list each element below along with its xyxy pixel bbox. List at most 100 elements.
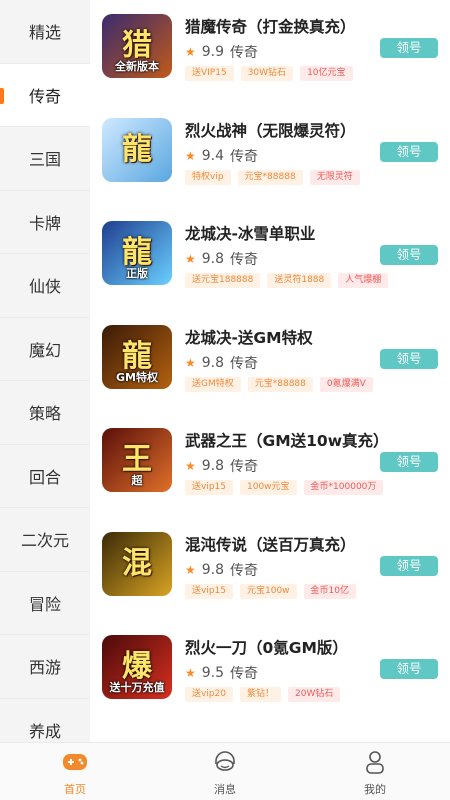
sidebar-item[interactable]: 西游 bbox=[0, 635, 90, 699]
headset-icon bbox=[211, 749, 239, 775]
game-genre: 传奇 bbox=[230, 148, 259, 165]
game-genre: 传奇 bbox=[230, 562, 259, 579]
game-thumbnail[interactable]: 王超 bbox=[102, 428, 172, 492]
nav-item[interactable]: 首页 bbox=[0, 743, 150, 800]
game-title[interactable]: 猎魔传奇（打金换真充） bbox=[185, 15, 356, 37]
game-genre: 传奇 bbox=[230, 355, 259, 372]
star-icon: ★ bbox=[185, 45, 196, 59]
game-title[interactable]: 混沌传说（送百万真充） bbox=[185, 533, 356, 555]
sidebar-item[interactable]: 魔幻 bbox=[0, 317, 90, 381]
sidebar-item[interactable]: 仙侠 bbox=[0, 254, 90, 318]
game-list: 猎全新版本 猎魔传奇（打金换真充） ★ 9.9 传奇 送VIP15 30W钻石 10亿元宝 领号… bbox=[90, 0, 450, 742]
nav-label: 我的 bbox=[364, 783, 386, 796]
game-row[interactable]: 混 混沌传说（送百万真充） ★ 9.8 传奇 送vip15 元宝100w 金币10亿 领号 bbox=[90, 518, 450, 622]
game-row[interactable]: 龍正版 龙城决-冰雪单职业 ★ 9.8 传奇 送元宝188888 送灵符1888 人气爆棚 领号 bbox=[90, 207, 450, 311]
game-title[interactable]: 武器之王（GM送10w真充） bbox=[185, 429, 389, 451]
game-thumbnail[interactable]: 龍正版 bbox=[102, 221, 172, 285]
benefit-tag: 0氪爆满V bbox=[319, 376, 373, 392]
game-title[interactable]: 龙城决-冰雪单职业 bbox=[185, 222, 315, 244]
game-genre: 传奇 bbox=[230, 45, 259, 61]
sidebar-item[interactable]: 回合 bbox=[0, 444, 90, 508]
star-icon: ★ bbox=[185, 148, 196, 163]
claim-button[interactable]: 领号 bbox=[380, 38, 438, 58]
game-row[interactable]: 王超武器之王（GM送10w真充） ★ 9.8 传奇送vip15 100w元宝 金币*100… bbox=[90, 414, 450, 518]
benefit-tag: 送GM特权 bbox=[185, 376, 241, 392]
score-value: 9.8 bbox=[201, 458, 225, 474]
game-thumbnail[interactable]: 龍 GM特权 bbox=[102, 324, 172, 389]
sidebar-item[interactable]: 卡牌 bbox=[0, 190, 90, 254]
game-rating: ★ 9.4 传奇 bbox=[185, 146, 258, 166]
benefit-tag: 送vip20 bbox=[185, 687, 233, 702]
sidebar-item[interactable]: 养成 bbox=[0, 698, 90, 742]
sidebar-item[interactable]: 传奇 bbox=[0, 63, 90, 127]
game-genre: 传奇 bbox=[230, 459, 259, 475]
game-genre: 传奇 bbox=[230, 666, 259, 682]
claim-button[interactable]: 领号 bbox=[380, 452, 438, 472]
game-row[interactable]: 龍 GM特权 龙城决-送GM特权 ★ 9.8 传奇 送GM特权 元宝*88888 0氪爆满V 领号 bbox=[90, 311, 450, 415]
game-title[interactable]: 烈火战神（无限爆灵符） bbox=[185, 119, 356, 141]
game-thumbnail[interactable]: 龍 bbox=[102, 117, 172, 182]
claim-button[interactable]: 领号 bbox=[380, 245, 438, 265]
nav-item[interactable]: 我的 bbox=[300, 743, 450, 800]
game-thumbnail[interactable]: 猎全新版本 bbox=[102, 14, 172, 78]
score-value: 9.8 bbox=[201, 561, 225, 578]
score-value: 9.8 bbox=[201, 251, 225, 267]
thumbnail-caption: 正版 bbox=[126, 267, 148, 280]
star-icon: ★ bbox=[185, 562, 196, 577]
game-title[interactable]: 烈火一刀（0氪GM版） bbox=[185, 636, 348, 658]
nav-item[interactable]: 消息 bbox=[150, 743, 300, 800]
thumbnail-art-text: 混 bbox=[122, 545, 152, 581]
game-rating: ★ 9.5 传奇 bbox=[185, 663, 258, 683]
benefit-tag: 30W钻石 bbox=[240, 66, 294, 81]
claim-button[interactable]: 领号 bbox=[380, 141, 438, 162]
score-value: 9.9 bbox=[201, 44, 225, 60]
thumbnail-caption: 送十万充值 bbox=[109, 681, 165, 694]
person-icon bbox=[361, 749, 389, 775]
benefit-tag: 送元宝188888 bbox=[185, 273, 261, 288]
sidebar-item[interactable]: 冒险 bbox=[0, 571, 90, 635]
game-title[interactable]: 龙城决-送GM特权 bbox=[185, 326, 313, 348]
sidebar-item[interactable]: 三国 bbox=[0, 127, 90, 191]
game-rating: ★ 9.8 传奇 bbox=[185, 353, 258, 373]
benefit-tag: 送vip15 bbox=[185, 480, 233, 495]
tag-list: 送vip15 元宝100w 金币10亿 bbox=[185, 583, 356, 599]
tag-list: 送vip15 100w元宝 金币*100000万 bbox=[185, 480, 384, 495]
tag-list: 送vip20 紫钻！ 20W钻石 bbox=[185, 687, 341, 702]
nav-label: 消息 bbox=[214, 783, 236, 796]
sidebar-item[interactable]: 精选 bbox=[0, 0, 90, 64]
thumbnail-art-text: 龍 bbox=[122, 131, 152, 167]
game-thumbnail[interactable]: 混 bbox=[102, 531, 172, 596]
score-value: 9.8 bbox=[201, 354, 225, 371]
score-value: 9.4 bbox=[201, 147, 225, 164]
claim-button[interactable]: 领号 bbox=[380, 348, 438, 369]
game-thumbnail[interactable]: 爆送十万充值 bbox=[102, 635, 172, 699]
nav-label: 首页 bbox=[64, 783, 86, 796]
category-sidebar: 精选 传奇 三国 卡牌 仙侠 魔幻 策略 回合 二次元 冒险 西游 养成 bbox=[0, 0, 90, 742]
benefit-tag: 紫钻！ bbox=[240, 687, 282, 702]
claim-button[interactable]: 领号 bbox=[380, 659, 438, 679]
claim-button[interactable]: 领号 bbox=[380, 555, 438, 576]
sidebar-item[interactable]: 策略 bbox=[0, 381, 90, 445]
game-rating: ★ 9.8 传奇 bbox=[185, 560, 258, 580]
benefit-tag: 20W钻石 bbox=[288, 687, 341, 702]
benefit-tag: 特权vip bbox=[185, 169, 231, 185]
benefit-tag: 100w元宝 bbox=[240, 480, 297, 495]
benefit-tag: 金币10亿 bbox=[303, 583, 356, 599]
benefit-tag: 元宝100w bbox=[240, 583, 297, 599]
game-row[interactable]: 龍 烈火战神（无限爆灵符） ★ 9.4 传奇 特权vip 元宝*88888 无限灵符 领号 bbox=[90, 104, 450, 208]
star-icon: ★ bbox=[185, 252, 196, 266]
game-row[interactable]: 爆送十万充值 烈火一刀（0氪GM版） ★ 9.5 传奇送vip20 紫钻！ 20W钻石 领号 bbox=[90, 621, 450, 725]
benefit-tag: 元宝*88888 bbox=[237, 169, 303, 185]
game-rating: ★ 9.8 传奇 bbox=[185, 249, 258, 269]
benefit-tag: 金币*100000万 bbox=[303, 480, 384, 495]
game-row[interactable]: 猎全新版本 猎魔传奇（打金换真充） ★ 9.9 传奇 送VIP15 30W钻石 10亿元宝 领号 bbox=[90, 0, 450, 104]
tag-list: 送GM特权 元宝*88888 0氪爆满V bbox=[185, 376, 373, 392]
benefit-tag: 人气爆棚 bbox=[338, 273, 389, 288]
tag-list: 特权vip 元宝*88888 无限灵符 bbox=[185, 169, 360, 185]
tag-list: 送VIP15 30W钻石 10亿元宝 bbox=[185, 66, 353, 81]
star-icon: ★ bbox=[185, 459, 196, 473]
thumbnail-caption: 全新版本 bbox=[115, 60, 159, 73]
sidebar-item[interactable]: 二次元 bbox=[0, 508, 90, 572]
benefit-tag: 10亿元宝 bbox=[300, 66, 353, 81]
game-genre: 传奇 bbox=[230, 252, 259, 268]
